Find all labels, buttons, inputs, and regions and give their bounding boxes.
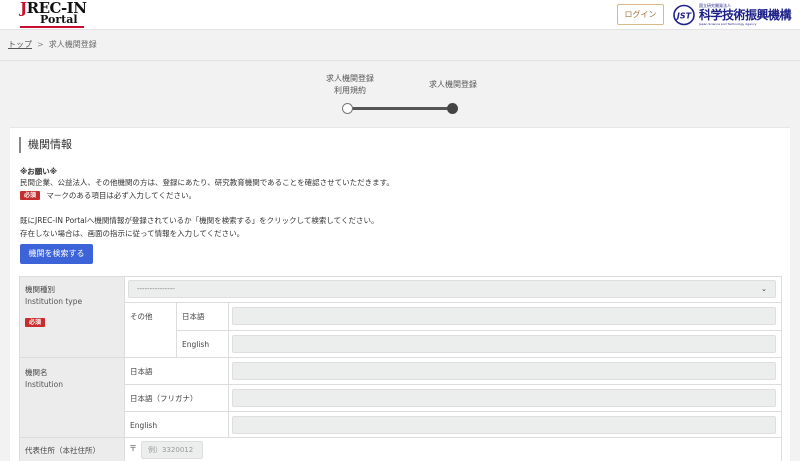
jrec-in-logo[interactable]: JREC-IN Portal [20, 1, 92, 29]
other-label: その他 [130, 312, 153, 321]
institution-type-label-en: Institution type [25, 297, 83, 306]
institution-type-required: 必須 [25, 310, 46, 329]
other-ja-label: 日本語 [182, 312, 205, 321]
notice-line-1: 民間企業、公益法人、その他機関の方は、登録にあたり、研究教育機関であることを確認… [20, 178, 394, 187]
institution-name-label-en: Institution [25, 380, 63, 389]
jst-english-name: Japan Science and Technology Agency [699, 22, 757, 26]
institution-type-label-ja: 機関種別 [25, 285, 55, 294]
search-institution-button[interactable]: 機関を検索する [20, 244, 93, 264]
breadcrumb-home-link[interactable]: トップ [8, 40, 32, 49]
name-ja-label-cell: 日本語 [125, 358, 229, 385]
step-1-label: 求人機関登録 利用規約 [318, 73, 382, 97]
institution-type-select[interactable]: --------------- ⌄ [128, 280, 776, 298]
name-kana-field-cell [229, 385, 781, 412]
institution-type-header: 機関種別 Institution type 必須 [20, 277, 125, 358]
jst-emblem-icon: JST [673, 4, 695, 26]
other-ja-label-cell: 日本語 [177, 303, 229, 331]
notice-line-2: 必須 マークのある項目は必ず入力してください。 [20, 191, 196, 201]
other-en-field-cell [229, 331, 781, 358]
address-field-cell: 〒 例）3320012 [125, 438, 781, 461]
step-1-dot [342, 103, 353, 114]
address-header: 代表住所（本社住所） [20, 438, 125, 461]
required-badge: 必須 [25, 318, 46, 327]
step-2-label: 求人機関登録 [429, 80, 477, 89]
institution-form-table: 機関種別 Institution type 必須 ---------------… [19, 276, 782, 461]
address-label-ja: 代表住所（本社住所） [25, 446, 100, 455]
name-kana-label: 日本語（フリガナ） [130, 394, 198, 403]
name-ja-label: 日本語 [130, 367, 153, 376]
postal-code-input[interactable]: 例）3320012 [141, 441, 203, 459]
notice-heading: ※お願い※ [20, 167, 58, 176]
name-kana-label-cell: 日本語（フリガナ） [125, 385, 229, 412]
logo-underline [20, 26, 84, 28]
breadcrumb-separator: > [37, 40, 44, 49]
other-en-label-cell: English [177, 331, 229, 358]
logo-j: J [20, 0, 27, 17]
top-header: JREC-IN Portal ログイン JST 国立研究開発法人 科学技術振興機… [0, 0, 800, 30]
notice-line-4: 存在しない場合は、画面の指示に従って情報を入力してください。 [20, 229, 245, 238]
other-en-label: English [182, 340, 210, 349]
step-2-dot [447, 103, 458, 114]
step-1-label-line1: 求人機関登録 [326, 74, 374, 83]
name-ja-input[interactable] [232, 362, 776, 380]
institution-name-label-ja: 機関名 [25, 368, 48, 377]
section-title: 機関情報 [19, 137, 72, 153]
name-kana-input[interactable] [232, 389, 776, 407]
name-en-label-cell: English [125, 412, 229, 438]
institution-type-select-cell: --------------- ⌄ [125, 277, 781, 303]
institution-name-header: 機関名 Institution [20, 358, 125, 438]
name-en-input[interactable] [232, 416, 776, 434]
other-en-input[interactable] [232, 335, 776, 353]
step-1-label-line2: 利用規約 [334, 86, 366, 95]
breadcrumb-current: 求人機関登録 [48, 40, 97, 49]
institution-type-select-value: --------------- [137, 285, 175, 293]
chevron-down-icon: ⌄ [761, 285, 767, 293]
name-en-field-cell [229, 412, 781, 438]
step-progress-line [349, 107, 453, 110]
name-ja-field-cell [229, 358, 781, 385]
notice-line-2-text: マークのある項目は必ず入力してください。 [46, 191, 196, 200]
divider [0, 60, 800, 61]
jst-name: 科学技術振興機構 [699, 8, 792, 22]
jst-emblem-text: JST [675, 12, 692, 21]
name-en-label: English [130, 421, 158, 430]
jst-logo[interactable]: JST 国立研究開発法人 科学技術振興機構 Japan Science and … [673, 3, 792, 27]
other-label-cell: その他 [125, 303, 177, 358]
notice-line-3: 既にJREC-IN Portalへ機関情報が登録されているか「機関を検索する」を… [20, 216, 379, 225]
breadcrumb: トップ > 求人機関登録 [8, 39, 97, 51]
logo-portal: Portal [40, 13, 78, 26]
login-button[interactable]: ログイン [617, 4, 664, 25]
other-ja-input[interactable] [232, 307, 776, 325]
other-ja-field-cell [229, 303, 781, 331]
postal-mark: 〒 [129, 444, 137, 453]
required-badge: 必須 [20, 191, 41, 200]
